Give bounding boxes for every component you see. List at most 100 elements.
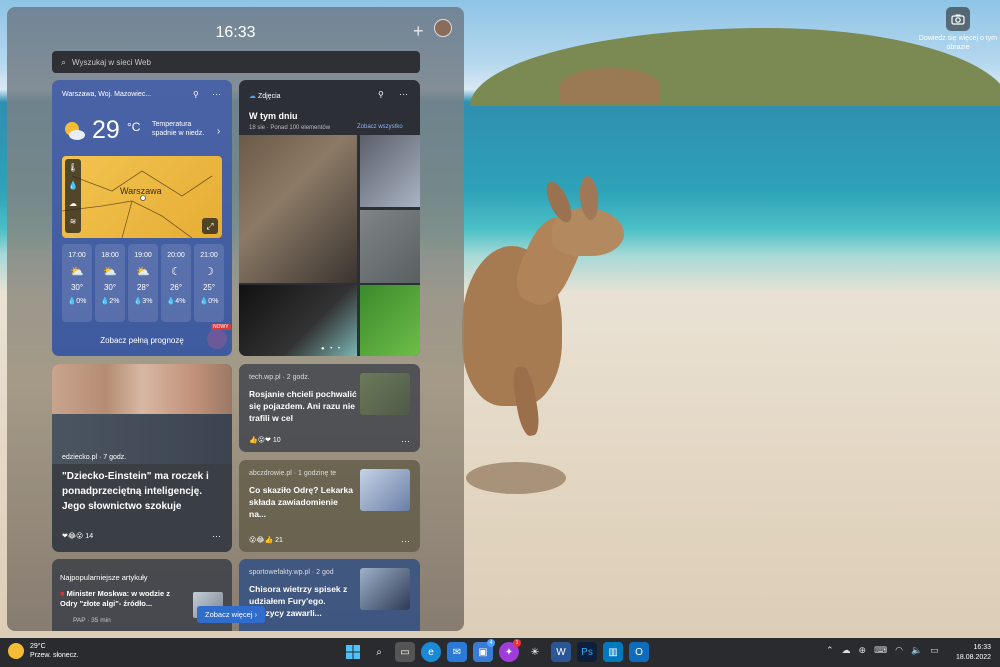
hour-item[interactable]: 20:00 ☾ 26° 💧4% <box>161 244 191 322</box>
camera-icon <box>951 14 965 25</box>
weather-map[interactable]: Warszawa 🌡 💧 ☁ ≋ ⤢ <box>62 156 222 238</box>
add-widget-button[interactable]: + <box>413 21 424 42</box>
reactions[interactable]: 😮😂👍 21 <box>249 536 283 544</box>
chevron-up-icon[interactable]: ⌃ <box>826 645 834 656</box>
reactions[interactable]: 👍😮❤ 10 <box>249 436 281 444</box>
news-thumbnail <box>360 373 410 415</box>
taskbar-clock[interactable]: 16:33 18.08.2022 <box>956 643 991 663</box>
full-forecast-link[interactable]: Zobacz pełną prognozę <box>52 336 232 345</box>
cloud-icon[interactable]: ☁ <box>65 195 81 213</box>
hour-rain-value: 2% <box>109 298 120 305</box>
onedrive-icon[interactable]: ☁ <box>842 645 851 656</box>
hourly-forecast: 17:00 ⛅ 30° 💧0% 18:00 ⛅ 30° 💧2% 19:00 ⛅ 28° 💧3% 2… <box>62 244 224 322</box>
weather-promo-icon[interactable] <box>207 329 227 349</box>
thermometer-icon[interactable]: 🌡 <box>65 159 81 177</box>
search-input[interactable]: ⌕ Wyszukaj w sieci Web <box>52 51 420 73</box>
map-layers[interactable]: 🌡 💧 ☁ ≋ <box>65 159 81 233</box>
sun-cloud-icon <box>65 122 85 140</box>
photo-tile[interactable] <box>239 135 357 283</box>
network-icon[interactable]: ⊕ <box>859 645 867 656</box>
news-card-baby[interactable]: edziecko.pl · 7 godz. "Dziecko-Einstein"… <box>52 364 232 552</box>
taskbar-weather-desc: Przew. słonecz. <box>30 652 79 659</box>
word-icon[interactable]: W <box>551 642 571 662</box>
photo-tile[interactable] <box>360 210 420 283</box>
photos-header: ☁ Zdjęcia <box>249 92 281 100</box>
wifi-icon[interactable]: ◠ <box>895 645 903 656</box>
photos-header-label: Zdjęcia <box>257 93 281 100</box>
hour-rain-value: 0% <box>76 298 87 305</box>
pin-icon[interactable]: ⚲ <box>193 90 199 99</box>
news-source: sportowefakty.wp.pl · 2 god <box>249 569 334 576</box>
news-card[interactable]: tech.wp.pl · 2 godz. Rosjanie chcieli po… <box>239 364 420 452</box>
pin-icon[interactable]: ⚲ <box>378 90 384 99</box>
reactions[interactable]: ❤😂😮 14 <box>62 532 93 540</box>
messenger-icon[interactable]: ✦ 1 <box>499 639 521 662</box>
weather-unit: °C <box>127 120 141 134</box>
see-more-button[interactable]: Zobacz więcej › <box>197 606 266 623</box>
wind-icon[interactable]: ≋ <box>65 213 81 231</box>
news-headline: Co skaziło Odrę? Lekarka składa zawiadom… <box>249 485 353 519</box>
popular-item[interactable]: ■ Minister Moskwa: w wodzie z Odry "złot… <box>60 589 180 609</box>
hour-time: 20:00 <box>167 252 185 259</box>
hour-item[interactable]: 21:00 ☽ 25° 💧0% <box>194 244 224 322</box>
store-icon[interactable]: ▣ 4 <box>473 639 495 662</box>
wallpaper-kangaroo <box>462 175 642 438</box>
photo-tile[interactable] <box>360 135 420 207</box>
windows-icon[interactable] <box>343 642 363 662</box>
reaction-count: 10 <box>272 437 281 444</box>
chevron-right-icon[interactable]: › <box>217 126 220 137</box>
hour-item[interactable]: 19:00 ⛅ 28° 💧3% <box>128 244 158 322</box>
trello-icon[interactable]: ▥ <box>603 642 623 662</box>
avatar[interactable] <box>434 19 452 37</box>
more-options-icon[interactable]: ··· <box>212 89 221 99</box>
system-tray: ⌃ ☁ ⊕ ⌨ ◠ 🔈 ▭ <box>826 645 939 656</box>
chevron-right-icon: › <box>254 610 258 619</box>
hour-item[interactable]: 17:00 ⛅ 30° 💧0% <box>62 244 92 322</box>
taskbar: 29°C Przew. słonecz. ⌕ ▭ e ✉ ▣ 4 ✦ 1 ✳ W Ps… <box>0 638 1000 667</box>
edge-icon[interactable]: e <box>421 642 441 662</box>
camera-label[interactable]: Dowiedz się więcej o tym obrazie <box>918 34 998 52</box>
search-icon[interactable]: ⌕ <box>369 642 389 662</box>
news-source: edziecko.pl · 7 godz. <box>62 454 127 461</box>
mail-icon[interactable]: ✉ <box>447 642 467 662</box>
keyboard-icon[interactable]: ⌨ <box>874 645 887 656</box>
messenger-badge: 1 <box>513 639 521 647</box>
camera-button[interactable] <box>946 7 970 31</box>
photoshop-icon[interactable]: Ps <box>577 642 597 662</box>
outlook-icon[interactable]: O <box>629 642 649 662</box>
pager-dots[interactable]: ● • • <box>321 346 342 352</box>
slack-icon[interactable]: ✳ <box>525 642 545 662</box>
clock-time: 16:33 <box>973 644 992 651</box>
volume-icon[interactable]: 🔈 <box>911 645 922 656</box>
wallpaper-rock <box>466 462 566 494</box>
more-options-icon[interactable]: ··· <box>401 536 410 546</box>
see-all-link[interactable]: Zobacz wszystko <box>357 124 403 130</box>
hour-item[interactable]: 18:00 ⛅ 30° 💧2% <box>95 244 125 322</box>
photo-tile[interactable] <box>360 285 420 356</box>
more-options-icon[interactable]: ··· <box>401 436 410 446</box>
hour-rain: 💧2% <box>100 298 120 305</box>
more-options-icon[interactable]: ··· <box>212 531 221 541</box>
more-options-icon[interactable]: ··· <box>399 89 408 99</box>
hour-rain-value: 3% <box>142 298 153 305</box>
hour-time: 21:00 <box>200 252 218 259</box>
plus-icon: + <box>413 21 424 41</box>
news-card[interactable]: abczdrowie.pl · 1 godzinę te Co skaziło … <box>239 460 420 552</box>
battery-icon[interactable]: ▭ <box>930 645 939 656</box>
weather-temp: 29 <box>92 116 120 144</box>
sun-cloud-icon: ⛅ <box>136 266 150 278</box>
photos-widget[interactable]: ☁ Zdjęcia ⚲ ··· W tym dniu 18 sie · Pona… <box>239 80 420 356</box>
taskbar-weather[interactable]: 29°C Przew. słonecz. <box>8 642 79 660</box>
weather-note: Temperatura spadnie w niedz. <box>152 121 205 137</box>
moon-cloud-icon: ☾ <box>171 266 181 278</box>
wallpaper-hill-rock <box>560 68 660 104</box>
expand-icon[interactable]: ⤢ <box>202 218 218 234</box>
weather-widget[interactable]: Warszawa, Woj. Mazowiec... ⚲ ··· 29 °C T… <box>52 80 232 356</box>
news-card[interactable]: sportowefakty.wp.pl · 2 god Chisora wiet… <box>239 559 420 631</box>
news-headline: "Dziecko-Einstein" ma roczek i ponadprze… <box>62 471 209 512</box>
droplet-icon[interactable]: 💧 <box>65 177 81 195</box>
map-borders <box>62 170 213 238</box>
onedrive-icon: ☁ <box>249 93 256 100</box>
reaction-emoji-icons: 😮😂👍 <box>249 537 274 544</box>
task-view-icon[interactable]: ▭ <box>395 642 415 662</box>
